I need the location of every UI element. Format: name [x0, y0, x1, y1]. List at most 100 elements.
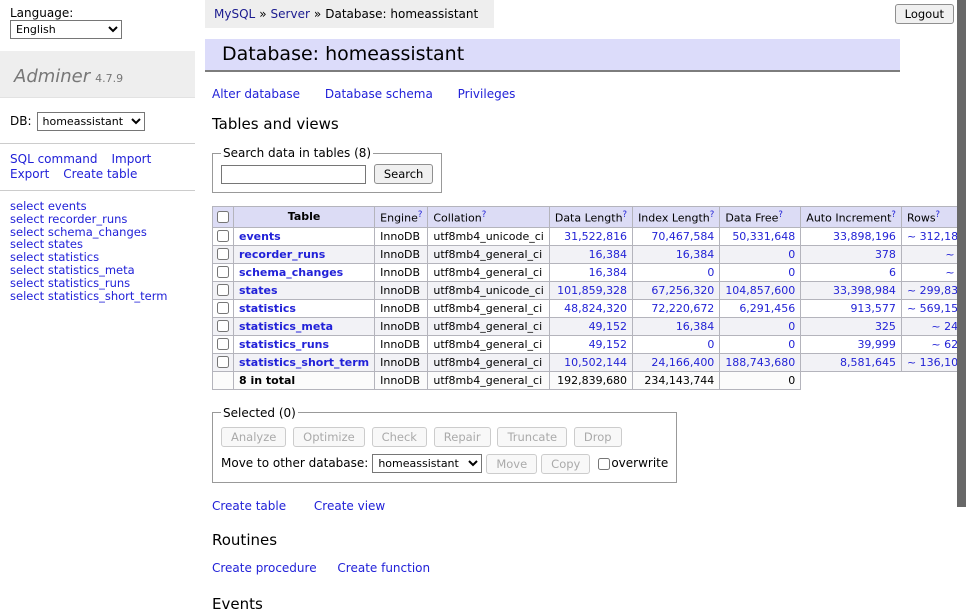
create-table-link-sidebar[interactable]: Create table — [63, 167, 137, 181]
breadcrumb-server-link[interactable]: Server — [271, 7, 310, 21]
auto-increment-link[interactable]: 33,398,984 — [833, 284, 896, 297]
sidebar-item-select-statistics-meta[interactable]: select statistics_meta — [10, 264, 185, 277]
table-name-link[interactable]: states — [239, 284, 278, 297]
data-length-link[interactable]: 48,824,320 — [564, 302, 627, 315]
collation-cell: utf8mb4_general_ci — [428, 353, 549, 371]
row-checkbox-cell — [213, 299, 234, 317]
sidebar-item-select-statistics-runs[interactable]: select statistics_runs — [10, 277, 185, 290]
rows-help-icon[interactable]: ? — [936, 210, 941, 220]
breadcrumb-separator: » — [314, 7, 321, 21]
table-name-link[interactable]: events — [239, 230, 281, 243]
table-name-link[interactable]: recorder_runs — [239, 248, 325, 261]
table-name-link[interactable]: schema_changes — [239, 266, 343, 279]
data-free-cell: 0 — [720, 317, 801, 335]
row-checkbox[interactable] — [217, 302, 229, 314]
engine-help-icon[interactable]: ? — [418, 210, 423, 220]
auto-increment-link[interactable]: 378 — [875, 248, 896, 261]
privileges-link[interactable]: Privileges — [458, 87, 516, 101]
engine-cell: InnoDB — [375, 263, 428, 281]
auto-increment-link[interactable]: 325 — [875, 320, 896, 333]
data-free-link[interactable]: 0 — [788, 266, 795, 279]
adminer-logo-text: Adminer — [14, 66, 90, 87]
data-length-link[interactable]: 49,152 — [589, 338, 628, 351]
data-length-link[interactable]: 49,152 — [589, 320, 628, 333]
alter-database-link[interactable]: Alter database — [212, 87, 300, 101]
data-free-link[interactable]: 104,857,600 — [725, 284, 795, 297]
create-procedure-link[interactable]: Create procedure — [212, 561, 317, 575]
page-scrollbar-thumb[interactable] — [957, 0, 966, 507]
row-checkbox[interactable] — [217, 320, 229, 332]
auto-increment-cell: 33,898,196 — [801, 227, 902, 245]
create-view-link[interactable]: Create view — [314, 499, 385, 513]
data-free-link[interactable]: 0 — [788, 248, 795, 261]
row-checkbox[interactable] — [217, 284, 229, 296]
index-length-link[interactable]: 16,384 — [676, 320, 715, 333]
sidebar-item-select-events[interactable]: select events — [10, 200, 185, 213]
auto-increment-link[interactable]: 6 — [889, 266, 896, 279]
data-free-link[interactable]: 50,331,648 — [732, 230, 795, 243]
index-length-cell: 24,166,400 — [633, 353, 720, 371]
import-link[interactable]: Import — [111, 152, 151, 166]
data-length-link[interactable]: 16,384 — [589, 248, 628, 261]
overwrite-checkbox[interactable] — [598, 458, 610, 470]
move-database-select[interactable]: homeassistant — [372, 454, 482, 473]
auto-increment-link[interactable]: 33,898,196 — [833, 230, 896, 243]
index-length-link[interactable]: 72,220,672 — [651, 302, 714, 315]
data-free-link[interactable]: 188,743,680 — [725, 356, 795, 369]
logout-button[interactable]: Logout — [895, 4, 954, 24]
data-length-link[interactable]: 10,502,144 — [564, 356, 627, 369]
index-length-link[interactable]: 67,256,320 — [651, 284, 714, 297]
auto-increment-help-icon[interactable]: ? — [891, 210, 896, 220]
index-length-link[interactable]: 0 — [707, 338, 714, 351]
breadcrumb: MySQL»Server»Database: homeassistant — [205, 0, 494, 28]
page-scrollbar-track[interactable] — [957, 0, 966, 543]
row-checkbox[interactable] — [217, 266, 229, 278]
data-length-link[interactable]: 31,522,816 — [564, 230, 627, 243]
auto-increment-link[interactable]: 913,577 — [850, 302, 896, 315]
search-input[interactable] — [221, 165, 366, 184]
index-length-link[interactable]: 70,467,584 — [651, 230, 714, 243]
row-checkbox[interactable] — [217, 230, 229, 242]
data-length-cell: 10,502,144 — [549, 353, 632, 371]
table-name-link[interactable]: statistics_short_term — [239, 356, 369, 369]
data-free-cell: 0 — [720, 263, 801, 281]
move-to-database-label: Move to other database: — [221, 456, 368, 470]
db-select[interactable]: homeassistant — [37, 112, 145, 131]
table-name-link[interactable]: statistics_runs — [239, 338, 329, 351]
engine-cell: InnoDB — [375, 245, 428, 263]
index-length-link[interactable]: 16,384 — [676, 248, 715, 261]
row-checkbox[interactable] — [217, 356, 229, 368]
row-checkbox[interactable] — [217, 248, 229, 260]
table-row: statistics InnoDB utf8mb4_general_ci 48,… — [213, 299, 966, 317]
data-length-link[interactable]: 16,384 — [589, 266, 628, 279]
table-name-link[interactable]: statistics_meta — [239, 320, 333, 333]
index-length-link[interactable]: 24,166,400 — [651, 356, 714, 369]
breadcrumb-mysql-link[interactable]: MySQL — [214, 7, 255, 21]
engine-cell: InnoDB — [375, 281, 428, 299]
create-function-link[interactable]: Create function — [337, 561, 430, 575]
sidebar-item-select-recorder-runs[interactable]: select recorder_runs — [10, 213, 185, 226]
select-all-checkbox[interactable] — [217, 211, 229, 223]
table-name-cell: statistics_meta — [234, 317, 375, 335]
language-select[interactable]: English — [10, 20, 122, 39]
index-length-link[interactable]: 0 — [707, 266, 714, 279]
collation-help-icon[interactable]: ? — [482, 210, 487, 220]
data-length-link[interactable]: 101,859,328 — [557, 284, 627, 297]
data-free-link[interactable]: 0 — [788, 320, 795, 333]
export-link[interactable]: Export — [10, 167, 49, 181]
create-table-link[interactable]: Create table — [212, 499, 286, 513]
sidebar-item-select-statistics-short-term[interactable]: select statistics_short_term — [10, 290, 185, 303]
search-button[interactable]: Search — [374, 164, 434, 184]
auto-increment-link[interactable]: 39,999 — [857, 338, 896, 351]
sql-command-link[interactable]: SQL command — [10, 152, 97, 166]
breadcrumb-current: Database: homeassistant — [325, 7, 478, 21]
data-free-link[interactable]: 6,291,456 — [739, 302, 795, 315]
row-checkbox[interactable] — [217, 338, 229, 350]
data-free-help-icon[interactable]: ? — [778, 210, 783, 220]
table-name-link[interactable]: statistics — [239, 302, 296, 315]
index-length-help-icon[interactable]: ? — [710, 210, 715, 220]
data-length-help-icon[interactable]: ? — [623, 210, 628, 220]
database-schema-link[interactable]: Database schema — [325, 87, 433, 101]
data-free-link[interactable]: 0 — [788, 338, 795, 351]
auto-increment-link[interactable]: 8,581,645 — [840, 356, 896, 369]
